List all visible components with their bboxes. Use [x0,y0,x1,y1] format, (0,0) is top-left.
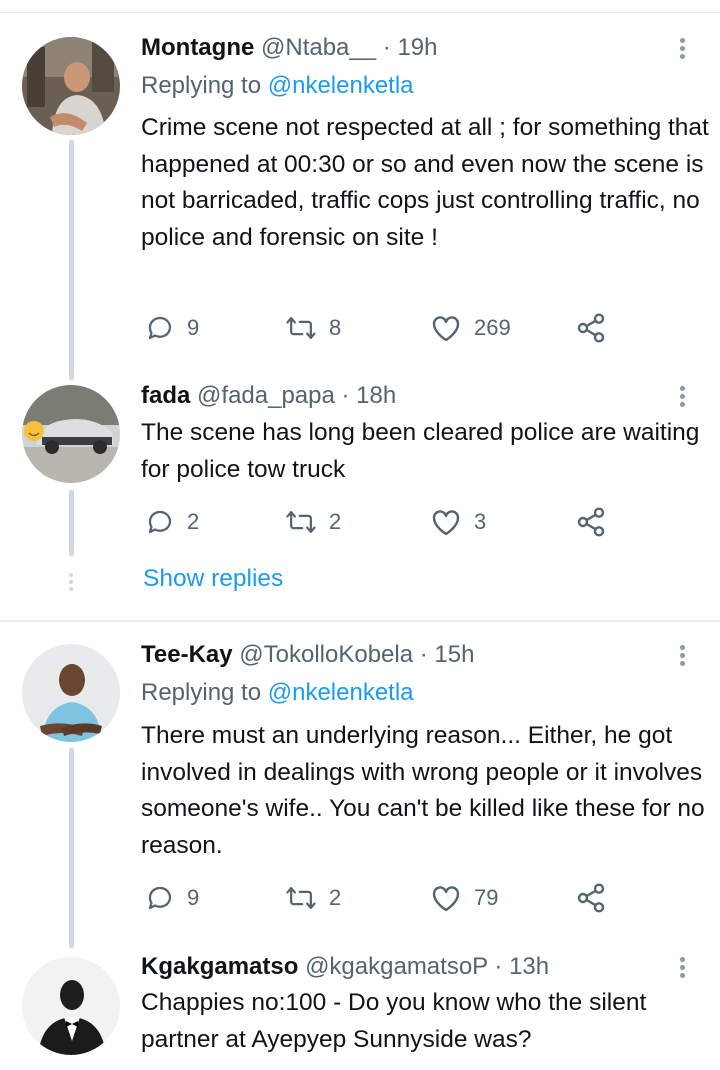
share-button[interactable] [575,504,607,540]
tweet-text: Chappies no:100 - Do you know who the si… [141,989,647,1053]
retweet-button[interactable]: 8 [285,310,341,346]
retweet-count: 8 [329,315,342,340]
thread-line [69,490,74,556]
timestamp[interactable]: 15h [434,641,474,668]
tweet-header: Tee-Kay @TokolloKobela · 15h [141,640,474,670]
tweet-header: Montagne @Ntaba__ · 19h [141,33,437,63]
thread-gap-dots [68,570,74,594]
display-name[interactable]: Kgakgamatso [141,953,298,980]
display-name[interactable]: fada [141,382,190,409]
share-button[interactable] [575,880,607,916]
replying-prefix: Replying to [141,72,268,99]
reply-button[interactable]: 9 [145,310,199,346]
avatar[interactable] [22,385,120,483]
share-icon [577,507,605,537]
retweet-count: 2 [329,885,342,910]
like-count: 3 [474,509,487,534]
retweet-icon [286,317,316,339]
avatar[interactable] [22,37,120,135]
user-handle[interactable]: @TokolloKobela [239,641,413,668]
retweet-icon [286,887,316,909]
retweet-button[interactable]: 2 [285,504,341,540]
thread-divider [0,620,720,622]
like-button[interactable]: 79 [430,880,498,916]
separator: · [487,953,510,980]
replying-to: Replying to @nkelenketla [141,71,414,101]
replying-to: Replying to @nkelenketla [141,678,414,708]
avatar[interactable] [22,644,120,742]
display-name[interactable]: Tee-Kay [141,641,233,668]
top-divider [0,12,720,13]
reply-button[interactable]: 2 [145,504,199,540]
share-button[interactable] [575,310,607,346]
like-count: 79 [474,885,499,910]
more-icon[interactable] [676,642,688,669]
more-icon[interactable] [676,954,688,981]
avatar[interactable] [22,957,120,1055]
mention-link[interactable]: @nkelenketla [268,72,414,99]
tweet-text: Crime scene not respected at all ; for s… [141,114,709,251]
like-button[interactable]: 269 [430,310,511,346]
like-button[interactable]: 3 [430,504,486,540]
thread-line [69,748,74,948]
like-icon [432,316,460,342]
tweet-actions: 2 2 3 [141,504,621,540]
separator: · [376,34,398,61]
more-icon[interactable] [676,35,688,62]
show-replies-link[interactable]: Show replies [143,565,283,593]
timestamp[interactable]: 19h [397,34,437,61]
mention-link[interactable]: @nkelenketla [268,679,414,706]
reply-icon [148,316,172,340]
retweet-button[interactable]: 2 [285,880,341,916]
tweet-header: fada @fada_papa · 18h [141,381,396,411]
thread-line [69,140,74,380]
share-icon [577,883,605,913]
like-count: 269 [474,315,511,340]
reply-button[interactable]: 9 [145,880,199,916]
share-icon [577,313,605,343]
tweet-text: There must an underlying reason... Eithe… [141,722,705,859]
tweet-text: The scene has long been cleared police a… [141,419,700,483]
like-icon [432,510,460,536]
reply-icon [148,510,172,534]
reply-count: 9 [187,315,200,340]
more-icon[interactable] [676,383,688,410]
user-handle[interactable]: @kgakgamatsoP [305,953,488,980]
tweet-actions: 9 8 269 [141,310,621,346]
separator: · [334,382,357,409]
user-handle[interactable]: @fada_papa [197,382,335,409]
replying-prefix: Replying to [141,679,268,706]
separator: · [413,641,435,668]
timestamp[interactable]: 18h [356,382,396,409]
retweet-icon [286,511,316,533]
display-name[interactable]: Montagne [141,34,254,61]
like-icon [432,886,460,912]
reply-count: 9 [187,885,200,910]
retweet-count: 2 [329,509,342,534]
reply-icon [148,886,172,910]
user-handle[interactable]: @Ntaba__ [261,34,376,61]
timestamp[interactable]: 13h [509,953,549,980]
tweet-header: Kgakgamatso @kgakgamatsoP · 13h [141,952,549,982]
reply-count: 2 [187,509,200,534]
tweet-actions: 9 2 79 [141,880,621,916]
